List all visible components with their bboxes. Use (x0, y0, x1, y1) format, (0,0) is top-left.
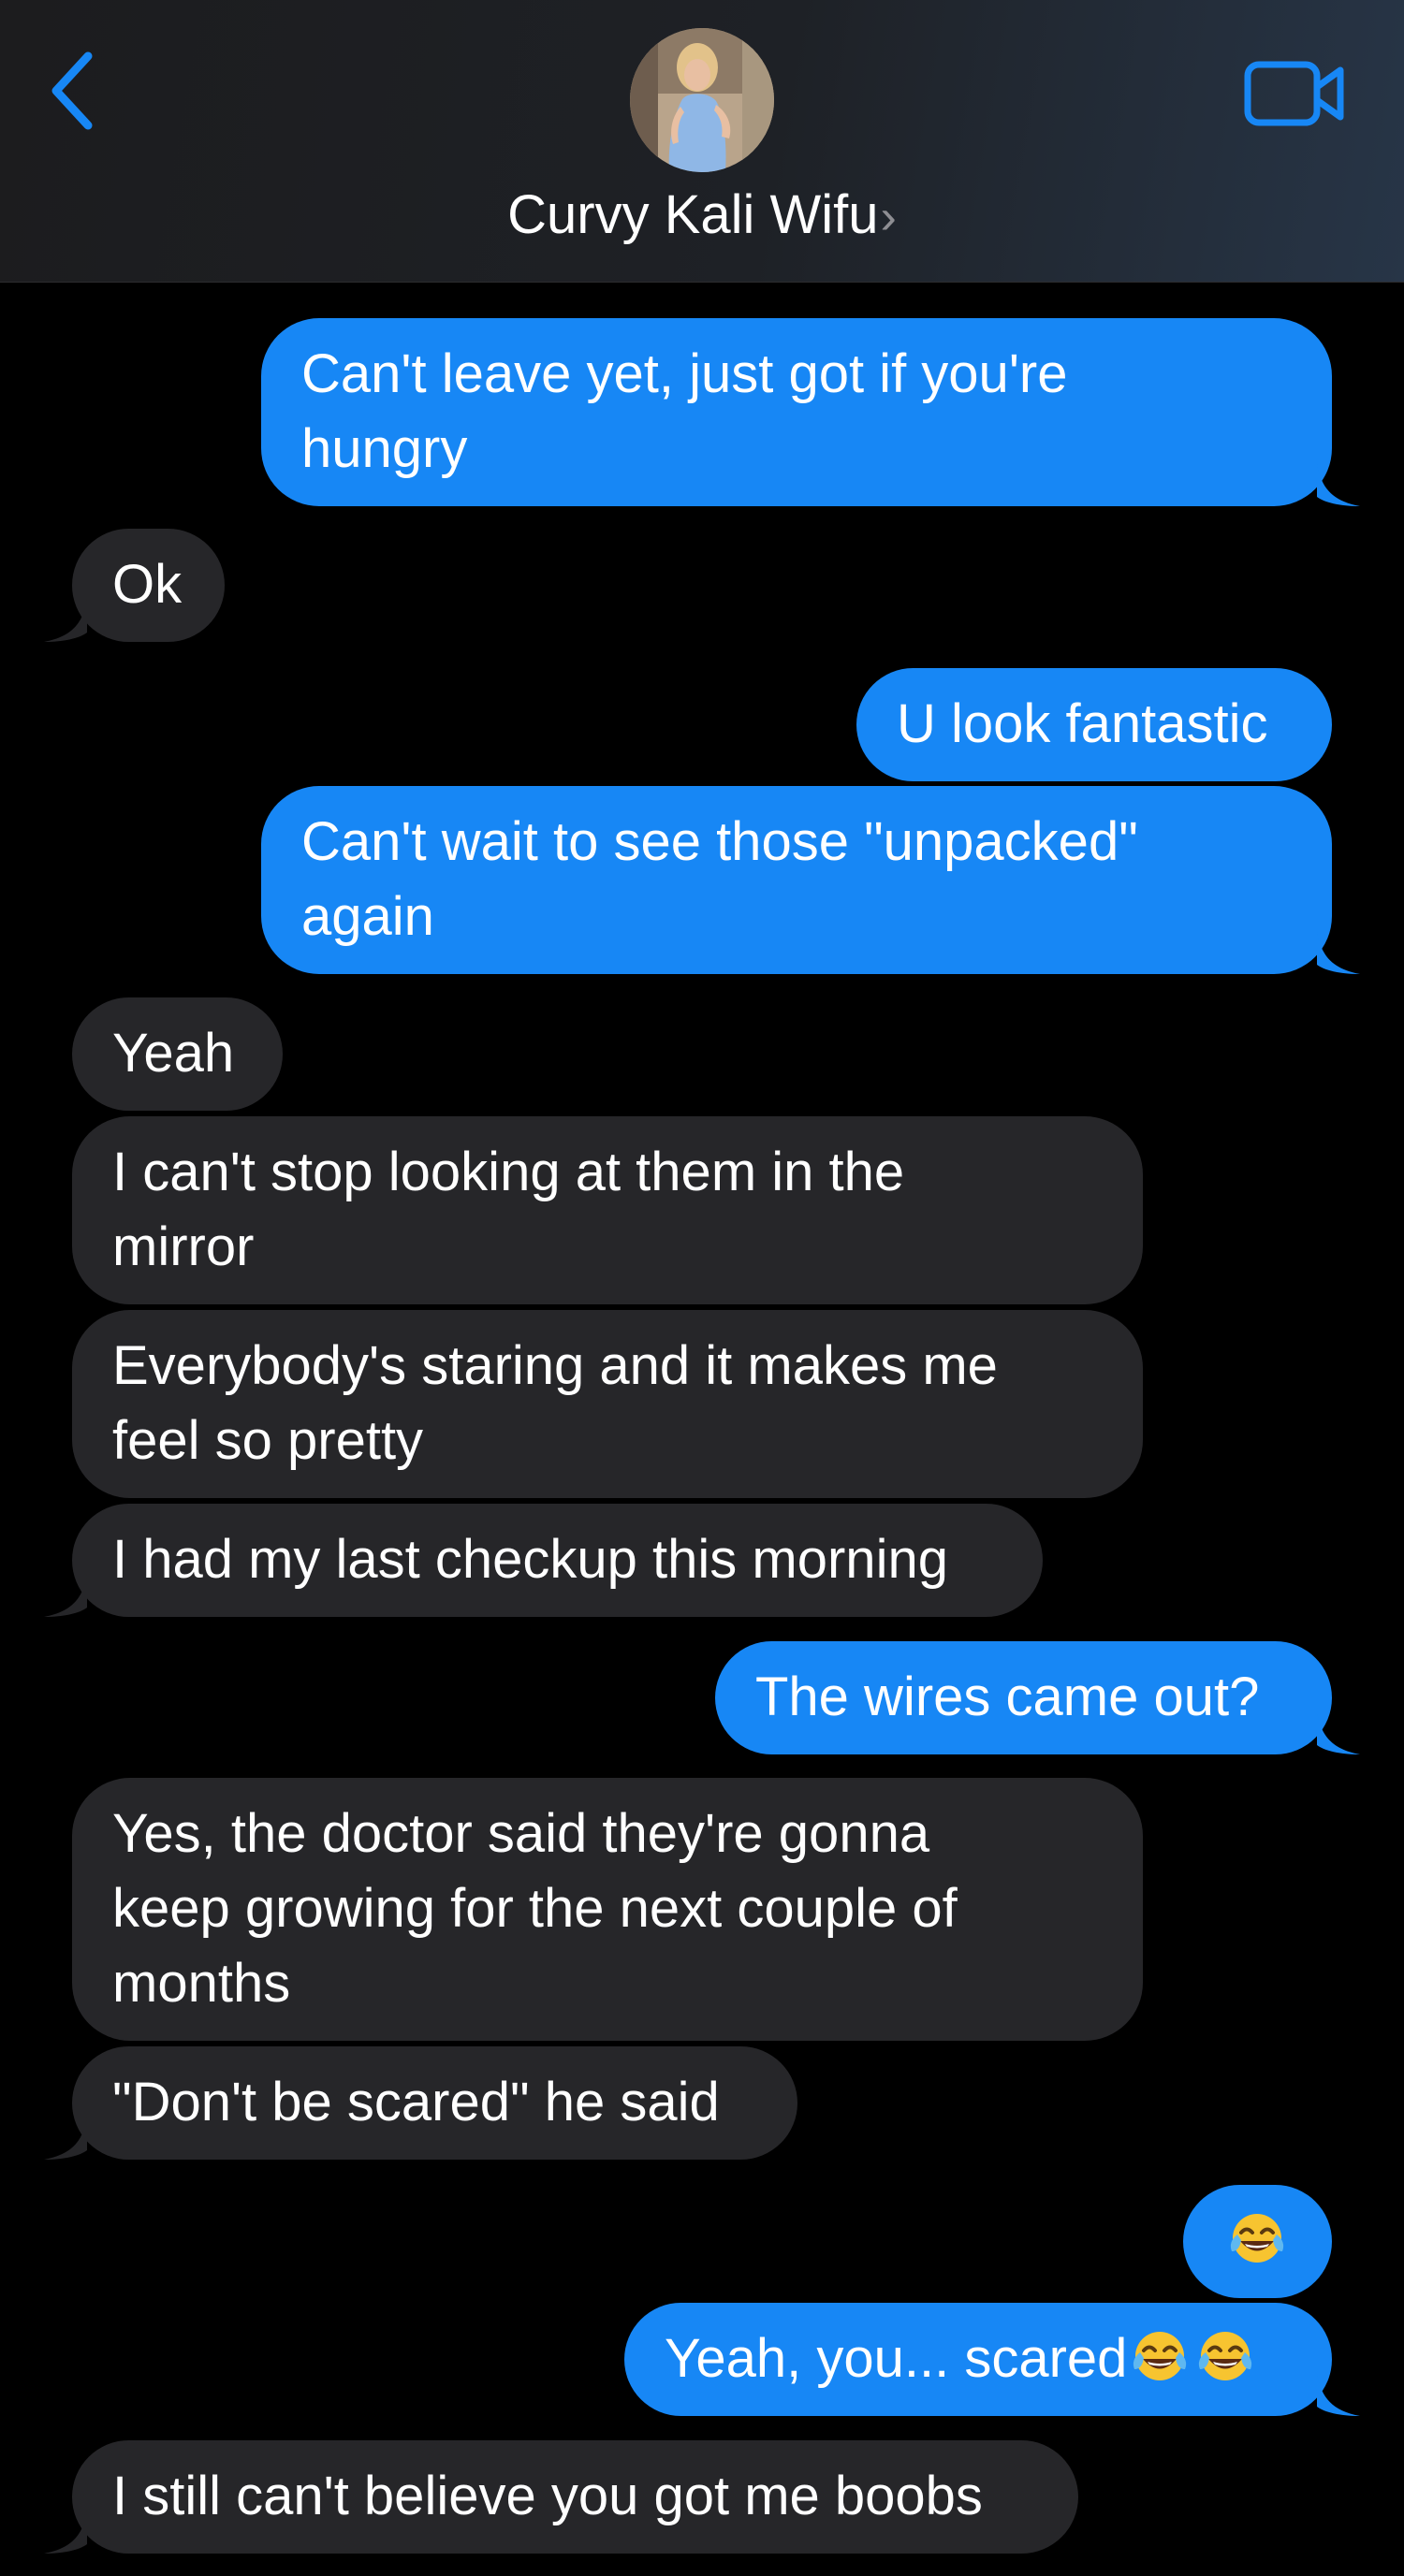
message-bubble-incoming[interactable]: "Don't be scared" he said (44, 2046, 797, 2160)
contact-name: Curvy Kali Wifu (507, 184, 879, 245)
message-text-line: I had my last checkup this morning (112, 1529, 948, 1590)
message-bubble-outgoing[interactable]: Can't leave yet, just got if you're hung… (261, 318, 1360, 506)
message-text-line: Ok (112, 554, 183, 615)
message-bubble-outgoing[interactable] (1183, 2185, 1332, 2298)
bubble-tail (44, 599, 87, 642)
message-bubble-outgoing[interactable]: Can't wait to see those "unpacked" again (261, 786, 1360, 974)
message-text-line: Everybody's staring and it makes me (112, 1335, 998, 1396)
message-text-line: months (112, 1953, 291, 2014)
message-text-line: I still can't believe you got me boobs (112, 2466, 983, 2526)
message-text-line: Can't wait to see those "unpacked" (301, 811, 1138, 872)
contact-name-button[interactable]: Curvy Kali Wifu› (0, 182, 1404, 250)
message-text-line: feel so pretty (112, 1410, 424, 1471)
message-text-line: Yeah, you... scared (665, 2328, 1128, 2389)
bubble-tail (1317, 463, 1360, 506)
bubble-tail (44, 1574, 87, 1617)
bubble-tail (44, 2511, 87, 2554)
bubble-tail (1317, 2373, 1360, 2416)
message-bubble-outgoing[interactable]: U look fantastic (856, 668, 1332, 781)
message-bubble-incoming[interactable]: I had my last checkup this morning (44, 1504, 1043, 1617)
message-text-line: I can't stop looking at them in the (112, 1142, 905, 1202)
message-text-line: Yeah (112, 1023, 235, 1084)
message-bubble-incoming[interactable]: Yes, the doctor said they're gonna keep … (72, 1778, 1143, 2041)
bubble-tail (44, 2117, 87, 2160)
bubble-tail (1317, 1711, 1360, 1754)
tears-of-joy-emoji-icon (1230, 2214, 1284, 2263)
message-text-line: keep growing for the next couple of (112, 1878, 958, 1939)
message-bubble-incoming[interactable]: Everybody's staring and it makes me feel… (72, 1310, 1143, 1498)
message-text-line: again (301, 886, 434, 947)
avatar-photo (630, 28, 774, 172)
facetime-video-button[interactable] (1243, 56, 1348, 131)
chevron-left-icon (51, 51, 93, 130)
message-bubble-outgoing[interactable]: The wires came out? (715, 1641, 1360, 1754)
message-text-line: hungry (301, 418, 468, 479)
tears-of-joy-emoji-icon (1133, 2332, 1187, 2380)
chevron-right-icon: › (880, 190, 897, 244)
message-bubble-outgoing[interactable]: Yeah, you... scared (624, 2303, 1360, 2416)
message-bubble-incoming[interactable]: I still can't believe you got me boobs (44, 2440, 1078, 2554)
tears-of-joy-emoji-icon (1199, 2332, 1252, 2380)
message-text-line: Yes, the doctor said they're gonna (112, 1803, 930, 1864)
back-button[interactable] (45, 49, 101, 133)
message-bubble-incoming[interactable]: I can't stop looking at them in the mirr… (72, 1116, 1143, 1304)
message-bubble-incoming[interactable]: Yeah (72, 997, 283, 1111)
message-text-line: mirror (112, 1216, 255, 1277)
video-camera-icon (1244, 61, 1344, 126)
message-text-line: The wires came out? (755, 1666, 1260, 1727)
contact-avatar[interactable] (630, 28, 774, 172)
message-bubble-incoming[interactable]: Ok (44, 529, 225, 642)
conversation-header: Curvy Kali Wifu› (0, 0, 1404, 283)
message-text-line: U look fantastic (897, 693, 1268, 754)
message-text-line: Can't leave yet, just got if you're (301, 343, 1068, 404)
bubble-tail (1317, 931, 1360, 974)
message-text-line: "Don't be scared" he said (112, 2072, 720, 2132)
